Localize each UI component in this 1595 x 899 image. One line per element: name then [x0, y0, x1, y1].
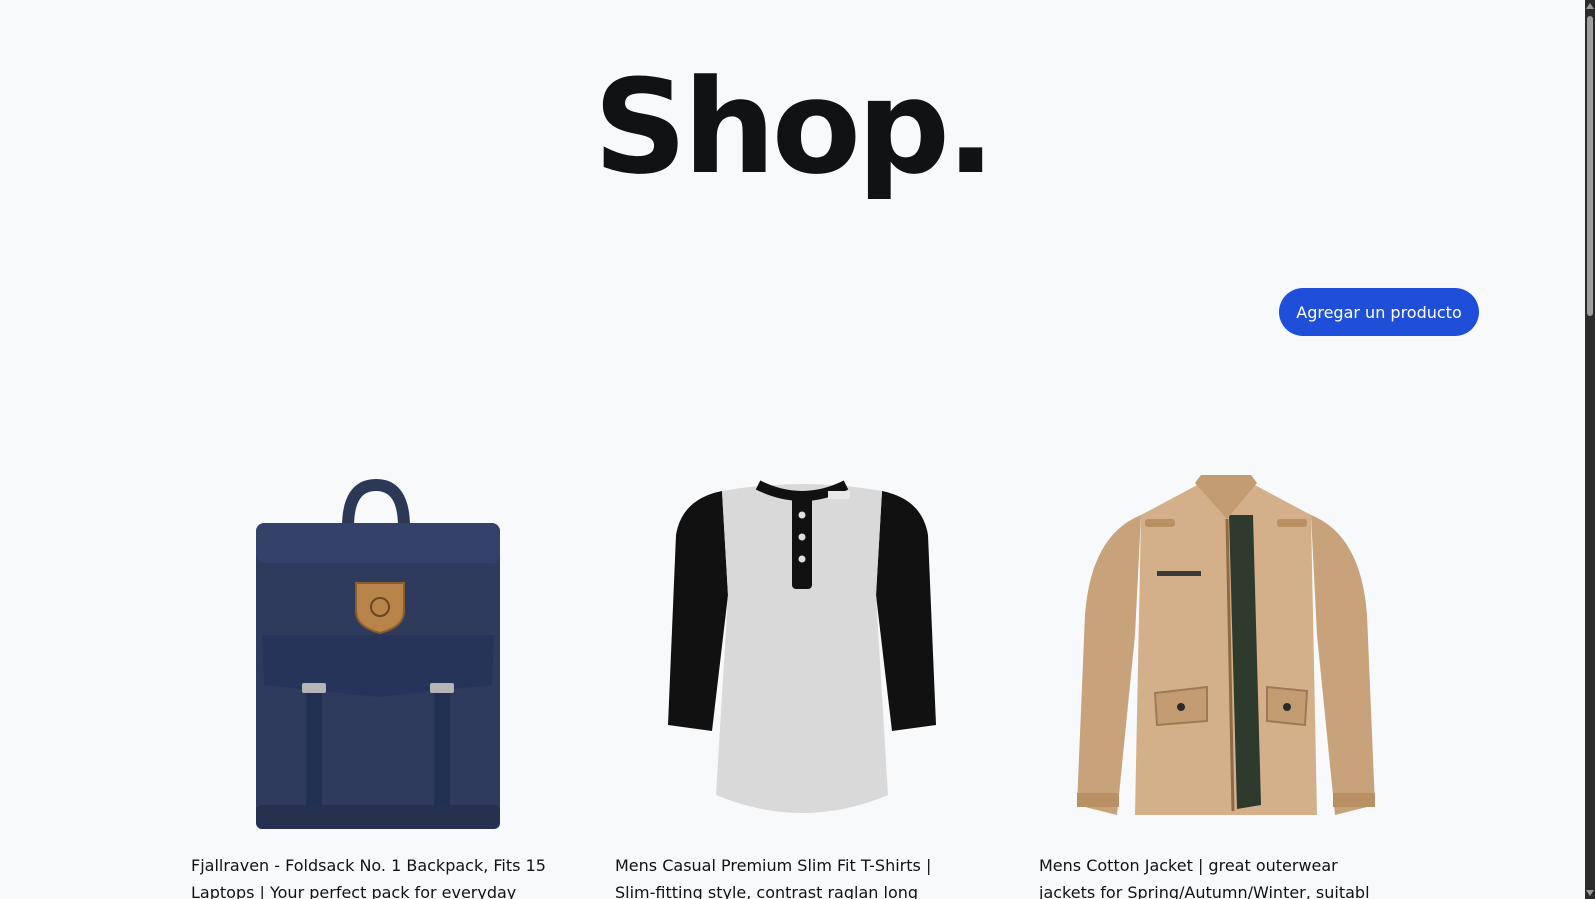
product-image[interactable] — [1039, 470, 1413, 840]
product-title[interactable]: Fjallraven - Foldsack No. 1 Backpack, Fi… — [191, 852, 551, 899]
backpack-image — [256, 478, 500, 829]
jacket-image — [1077, 475, 1375, 815]
scrollbar-thumb[interactable] — [1587, 16, 1593, 316]
tshirt-image — [668, 480, 936, 813]
shop-page: Shop. Agregar un producto Fjallraven - F… — [0, 0, 1595, 899]
product-title[interactable]: Mens Cotton Jacket | great outerwear jac… — [1039, 852, 1399, 899]
scroll-down-icon[interactable] — [1586, 890, 1594, 896]
product-grid: Fjallraven - Foldsack No. 1 Backpack, Fi… — [191, 470, 1391, 899]
add-product-button[interactable]: Agregar un producto — [1279, 288, 1479, 336]
product-card[interactable]: Mens Casual Premium Slim Fit T-Shirts | … — [615, 470, 989, 899]
product-image[interactable] — [191, 470, 565, 840]
product-card[interactable]: Fjallraven - Foldsack No. 1 Backpack, Fi… — [191, 470, 565, 899]
scroll-up-icon[interactable] — [1586, 3, 1594, 9]
vertical-scrollbar[interactable] — [1585, 0, 1595, 899]
product-image[interactable] — [615, 470, 989, 840]
product-title[interactable]: Mens Casual Premium Slim Fit T-Shirts | … — [615, 852, 975, 899]
product-card[interactable]: Mens Cotton Jacket | great outerwear jac… — [1039, 470, 1413, 899]
page-title: Shop. — [593, 51, 996, 203]
